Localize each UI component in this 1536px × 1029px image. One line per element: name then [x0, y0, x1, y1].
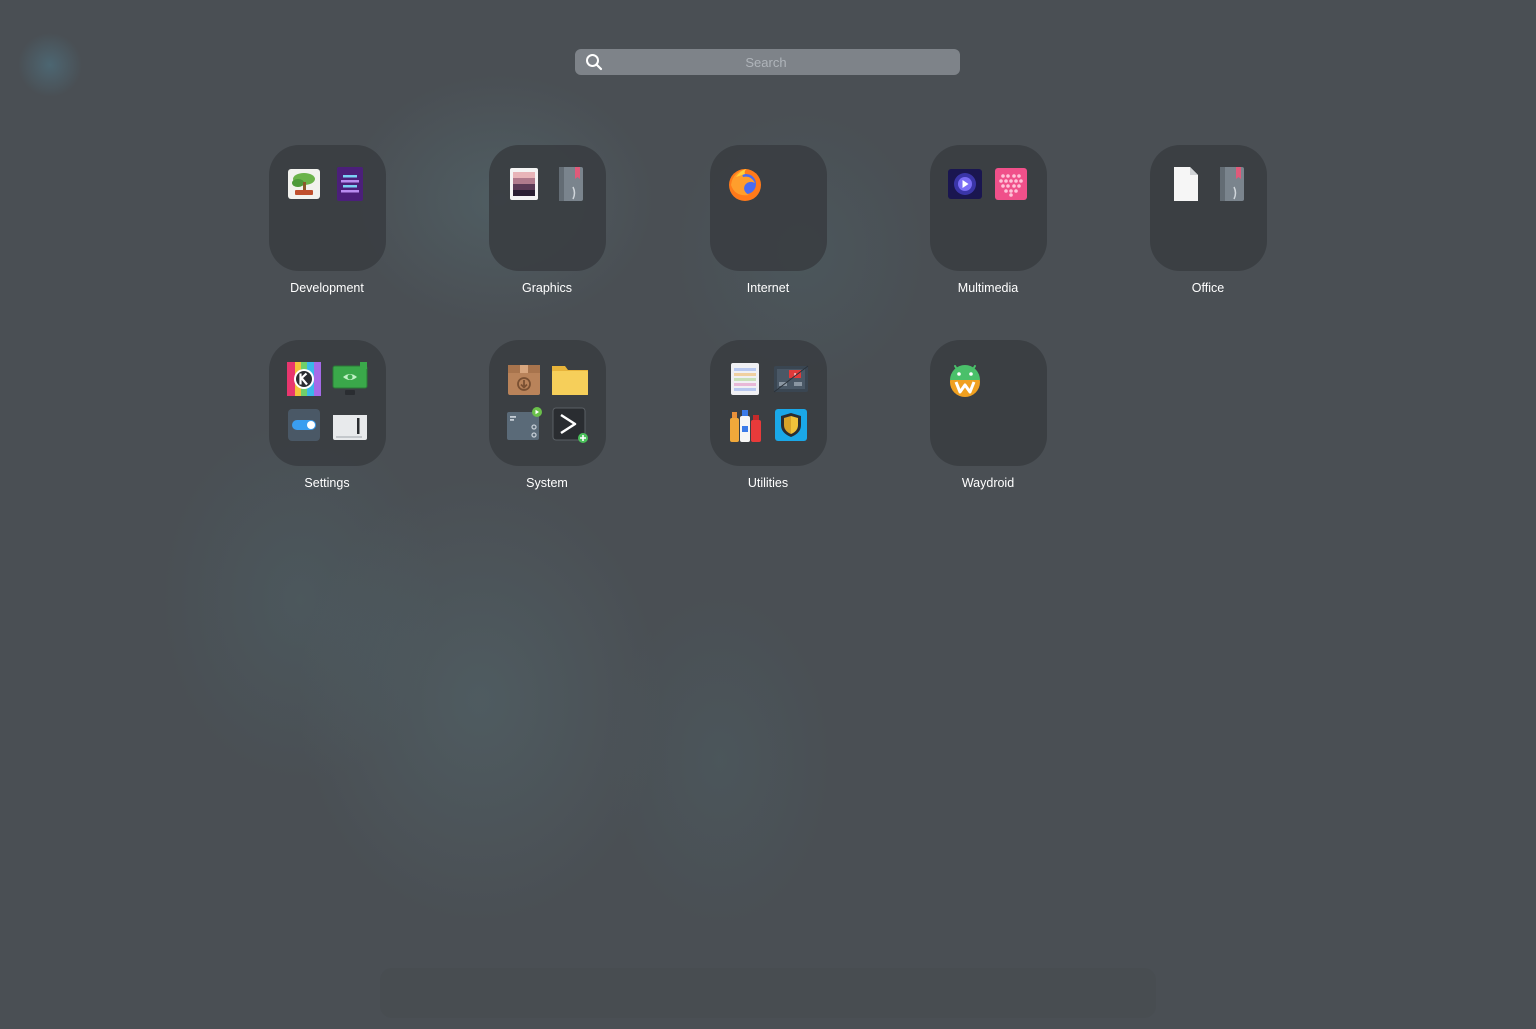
- folder-label: Waydroid: [961, 476, 1015, 490]
- folder-tile[interactable]: [930, 340, 1047, 466]
- folder-tile[interactable]: [269, 145, 386, 271]
- audio-visualizer-icon: [992, 165, 1030, 203]
- folder-system[interactable]: System: [467, 340, 627, 500]
- video-player-icon: [946, 165, 984, 203]
- bonsai-app-icon: [285, 165, 323, 203]
- folder-tile[interactable]: [269, 340, 386, 466]
- blurred-dock: [380, 968, 1156, 1018]
- security-shield-icon: [772, 406, 810, 444]
- folder-utilities[interactable]: ı Utilities: [688, 340, 848, 500]
- folder-tile[interactable]: [489, 145, 606, 271]
- color-palette-icon: [505, 165, 543, 203]
- folder-graphics[interactable]: Graphics: [467, 145, 627, 305]
- hardware-info-icon: ı: [772, 360, 810, 398]
- notebook-icon: [551, 165, 589, 203]
- folder-tile[interactable]: [930, 145, 1047, 271]
- folder-settings[interactable]: Settings: [247, 340, 407, 500]
- notes-list-icon: [726, 360, 764, 398]
- package-installer-icon: [505, 360, 543, 398]
- document-icon: [1166, 165, 1204, 203]
- notebook-icon: [1212, 165, 1250, 203]
- folder-label: Multimedia: [957, 281, 1019, 295]
- folder-tile[interactable]: ı: [710, 340, 827, 466]
- folder-tile[interactable]: [710, 145, 827, 271]
- folder-label: Utilities: [747, 476, 789, 490]
- folder-label: Graphics: [521, 281, 573, 295]
- folder-tile[interactable]: [489, 340, 606, 466]
- cleaning-bottles-icon: [726, 406, 764, 444]
- folder-label: Internet: [746, 281, 790, 295]
- search-input[interactable]: [611, 49, 921, 75]
- folder-development[interactable]: Development: [247, 145, 407, 305]
- firefox-icon: [726, 165, 764, 203]
- terminal-icon: [551, 406, 589, 444]
- toggle-switch-icon: [285, 406, 323, 444]
- waydroid-icon: [946, 360, 984, 398]
- folder-label: Office: [1191, 281, 1225, 295]
- nvidia-settings-icon: [331, 360, 369, 398]
- system-monitor-icon: [505, 406, 543, 444]
- folder-tile[interactable]: [1150, 145, 1267, 271]
- search-icon: [585, 53, 603, 71]
- folder-label: Development: [290, 281, 364, 295]
- kde-color-settings-icon: [285, 360, 323, 398]
- code-editor-icon: [331, 165, 369, 203]
- folder-label: System: [526, 476, 568, 490]
- window-manager-icon: [331, 406, 369, 444]
- folder-label: Settings: [304, 476, 350, 490]
- folder-office[interactable]: Office: [1128, 145, 1288, 305]
- file-manager-folder-icon: [551, 360, 589, 398]
- folder-internet[interactable]: Internet: [688, 145, 848, 305]
- folder-waydroid[interactable]: Waydroid: [908, 340, 1068, 500]
- search-bar[interactable]: [575, 49, 960, 75]
- folder-multimedia[interactable]: Multimedia: [908, 145, 1068, 305]
